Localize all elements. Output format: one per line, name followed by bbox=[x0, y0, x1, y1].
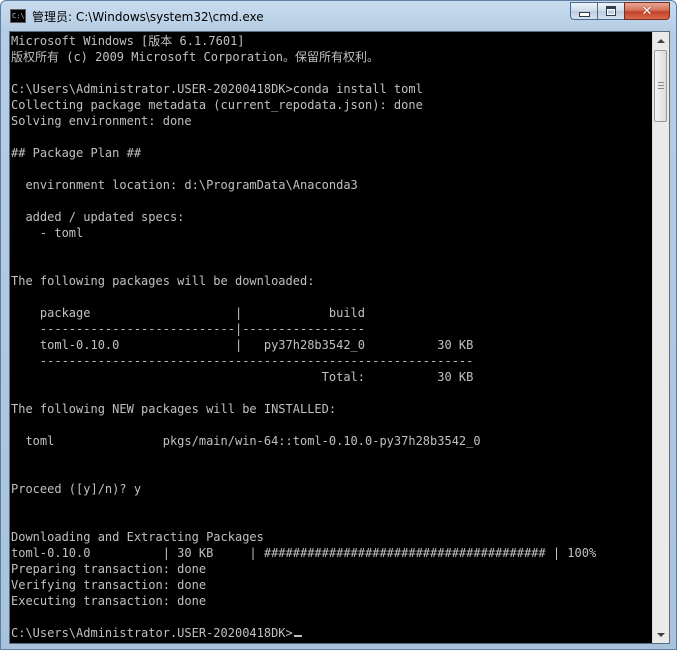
scroll-down-arrow-icon bbox=[657, 632, 665, 637]
console-line bbox=[11, 65, 653, 81]
console-line: Preparing transaction: done bbox=[11, 562, 207, 576]
maximize-icon bbox=[606, 6, 616, 16]
console-line: Downloading and Extracting Packages bbox=[11, 530, 264, 544]
console-line: toml-0.10.0 | 30 KB | ##################… bbox=[11, 546, 597, 560]
minimize-icon bbox=[578, 11, 590, 17]
console-line: ## Package Plan ## bbox=[11, 146, 142, 160]
console-line bbox=[11, 257, 653, 273]
console-line bbox=[11, 449, 653, 465]
console-area[interactable]: Microsoft Windows [版本 6.1.7601] 版权所有 (c) … bbox=[9, 31, 670, 644]
console-line: added / updated specs: bbox=[11, 210, 185, 224]
console-line bbox=[11, 465, 653, 481]
cmd-window: C:\ 管理员: C:\Windows\system32\cmd.exe ✕ M… bbox=[0, 0, 677, 650]
close-button[interactable]: ✕ bbox=[624, 2, 670, 20]
console-line bbox=[11, 609, 653, 625]
console-line bbox=[11, 289, 653, 305]
console-line: Collecting package metadata (current_rep… bbox=[11, 98, 423, 112]
console-line: Proceed ([y]/n)? y bbox=[11, 482, 142, 496]
vertical-scrollbar[interactable] bbox=[652, 32, 669, 643]
console-line: The following NEW packages will be INSTA… bbox=[11, 402, 337, 416]
console-line: ---------------------------|------------… bbox=[11, 322, 366, 336]
console-line: Executing transaction: done bbox=[11, 594, 207, 608]
console-line: - toml bbox=[11, 226, 84, 240]
scroll-up-arrow-icon bbox=[657, 38, 665, 43]
console-output[interactable]: Microsoft Windows [版本 6.1.7601] 版权所有 (c) … bbox=[11, 33, 653, 643]
console-line bbox=[11, 385, 653, 401]
console-line bbox=[11, 193, 653, 209]
console-line bbox=[11, 513, 653, 529]
scrollbar-thumb[interactable] bbox=[654, 50, 667, 122]
console-line: Microsoft Windows [版本 6.1.7601] bbox=[11, 34, 245, 48]
cmd-icon[interactable]: C:\ bbox=[10, 9, 26, 23]
console-line: 版权所有 (c) 2009 Microsoft Corporation。保留所有… bbox=[11, 50, 379, 64]
scroll-down-button[interactable] bbox=[653, 626, 669, 643]
thumb-grip-line bbox=[658, 88, 664, 89]
console-line: Solving environment: done bbox=[11, 114, 192, 128]
minimize-button[interactable] bbox=[570, 2, 597, 20]
console-line: C:\Users\Administrator.USER-20200418DK> bbox=[11, 625, 653, 641]
window-title: 管理员: C:\Windows\system32\cmd.exe bbox=[32, 10, 264, 24]
close-icon: ✕ bbox=[641, 3, 653, 19]
console-line: toml pkgs/main/win-64::toml-0.10.0-py37h… bbox=[11, 434, 481, 448]
console-line: The following packages will be downloade… bbox=[11, 274, 315, 288]
thumb-grip-line bbox=[658, 82, 664, 83]
console-line bbox=[11, 417, 653, 433]
console-line bbox=[11, 241, 653, 257]
window-controls: ✕ bbox=[570, 2, 670, 21]
console-line: C:\Users\Administrator.USER-20200418DK>c… bbox=[11, 82, 423, 96]
console-line: package | build bbox=[11, 306, 366, 320]
maximize-button[interactable] bbox=[597, 2, 624, 20]
console-line: environment location: d:\ProgramData\Ana… bbox=[11, 178, 358, 192]
console-line bbox=[11, 161, 653, 177]
console-line: Verifying transaction: done bbox=[11, 578, 207, 592]
console-line: toml-0.10.0 | py37h28b3542_0 30 KB bbox=[11, 338, 474, 352]
console-line bbox=[11, 497, 653, 513]
title-bar[interactable]: C:\ 管理员: C:\Windows\system32\cmd.exe ✕ bbox=[1, 1, 676, 31]
thumb-grip-line bbox=[658, 85, 664, 86]
console-line: Total: 30 KB bbox=[11, 370, 474, 384]
console-line: ----------------------------------------… bbox=[11, 354, 474, 368]
text-cursor bbox=[293, 635, 302, 637]
console-line bbox=[11, 129, 653, 145]
scroll-up-button[interactable] bbox=[653, 32, 669, 49]
